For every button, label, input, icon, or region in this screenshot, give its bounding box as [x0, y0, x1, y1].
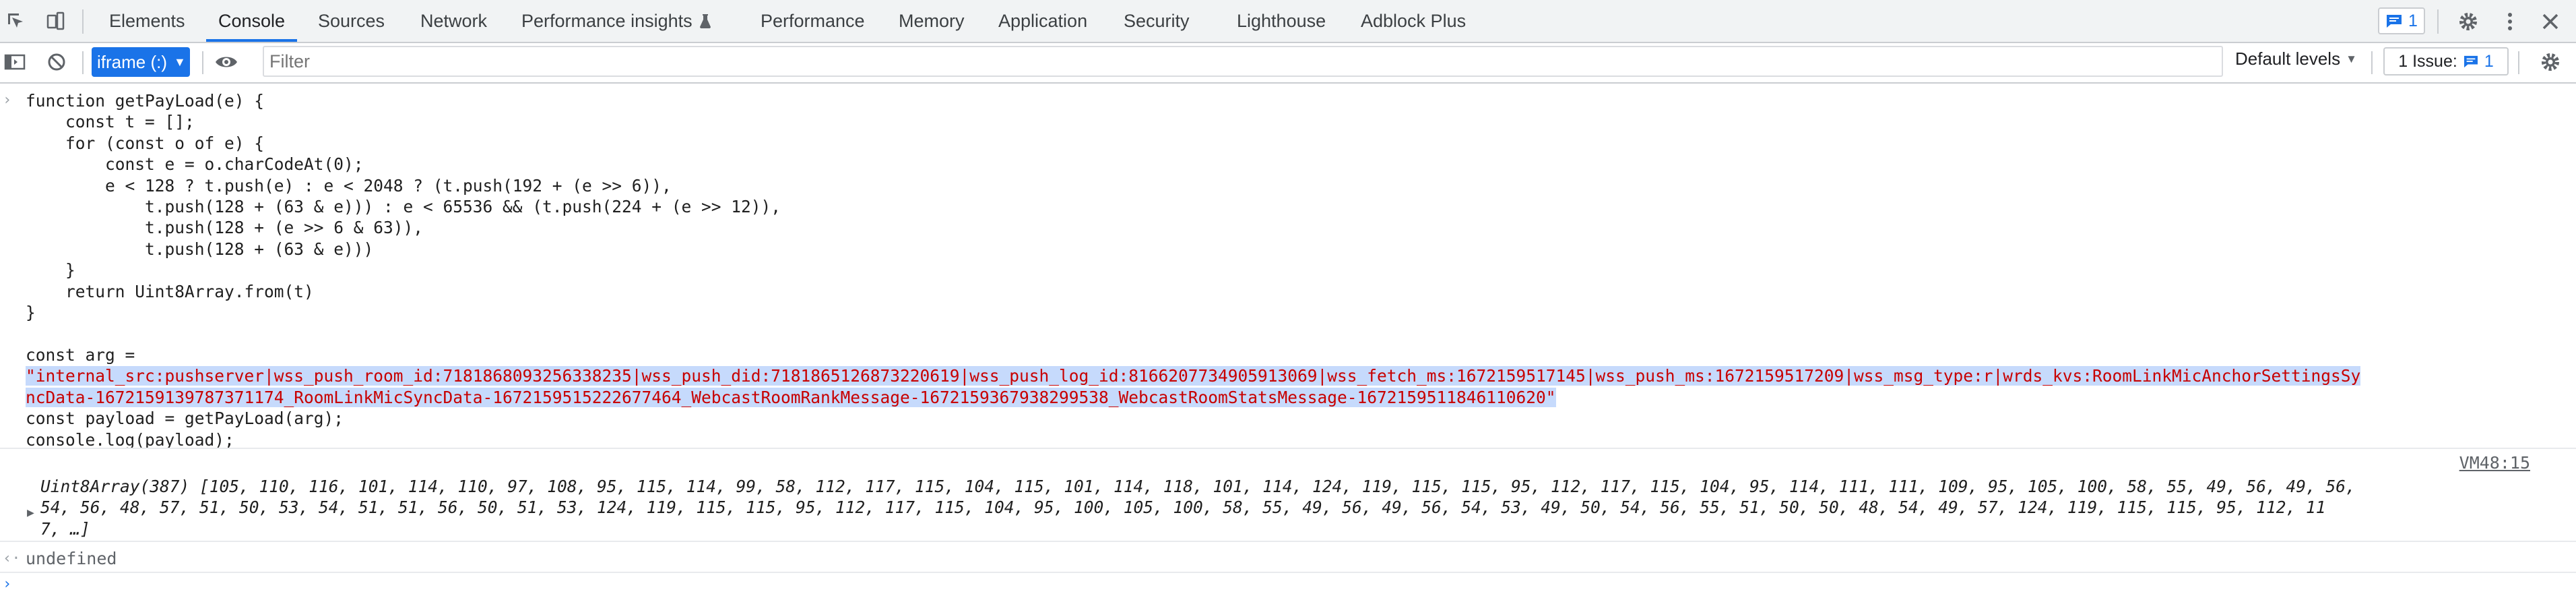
- return-value: undefined: [26, 549, 117, 568]
- tab-sources[interactable]: Sources: [318, 0, 385, 42]
- context-selector-label: iframe (:): [97, 51, 167, 72]
- log-levels-dropdown[interactable]: Default levels ▼: [2235, 49, 2357, 69]
- tab-performance-insights[interactable]: Performance insights: [521, 0, 711, 42]
- close-icon[interactable]: [2537, 8, 2564, 35]
- code-string-selected: "internal_src:pushserver|wss_push_room_i…: [26, 366, 2361, 386]
- result-line: 7, …]: [40, 518, 90, 539]
- tab-console[interactable]: Console: [205, 0, 298, 42]
- code-string-selected: ncData-1672159139787371174_RoomLinkMicSy…: [26, 387, 1556, 407]
- code-line: e < 128 ? t.push(e) : e < 2048 ? (t.push…: [26, 175, 672, 196]
- code-line: }: [26, 303, 36, 323]
- show-sidebar-icon[interactable]: [1, 49, 28, 76]
- tab-elements[interactable]: Elements: [109, 0, 185, 42]
- tab-application[interactable]: Application: [998, 0, 1087, 42]
- console-output: › function getPayLoad(e) { const t = [];…: [0, 84, 2576, 600]
- return-arrow-icon: ‹·: [3, 550, 21, 567]
- dropdown-arrow-icon: ▼: [2346, 52, 2357, 65]
- code-line: const e = o.charCodeAt(0);: [26, 154, 364, 175]
- context-selector[interactable]: iframe (:) ▼: [92, 47, 190, 77]
- code-line: function getPayLoad(e) {: [26, 91, 265, 111]
- code-line: console.log(payload);: [26, 429, 234, 450]
- live-expression-eye-icon[interactable]: [213, 49, 240, 76]
- dropdown-arrow-icon: ▼: [174, 55, 186, 69]
- more-options-icon[interactable]: [2497, 8, 2523, 35]
- console-input-code[interactable]: function getPayLoad(e) { const t = []; f…: [26, 90, 2361, 450]
- code-line: return Uint8Array.from(t): [26, 281, 314, 301]
- filter-input[interactable]: [263, 46, 2223, 77]
- toolbar-divider: [82, 51, 84, 74]
- device-toolbar-icon[interactable]: [42, 8, 69, 35]
- code-line: }: [26, 260, 75, 280]
- result-line: 54, 56, 48, 57, 51, 50, 53, 54, 51, 51, …: [40, 498, 2326, 518]
- console-toolbar: iframe (:) ▼ Default levels ▼ 1 Issue: 1: [0, 43, 2576, 84]
- settings-gear-icon[interactable]: [2455, 8, 2482, 35]
- tab-memory[interactable]: Memory: [899, 0, 965, 42]
- source-link[interactable]: VM48:15: [2459, 453, 2530, 473]
- tab-security[interactable]: Security: [1124, 0, 1190, 42]
- tab-network[interactable]: Network: [420, 0, 487, 42]
- code-line: const payload = getPayLoad(arg);: [26, 409, 344, 429]
- expand-triangle-icon[interactable]: ▶: [27, 506, 34, 520]
- code-line: for (const o of e) {: [26, 133, 265, 153]
- toolbar-divider: [202, 51, 203, 74]
- issue-message-icon: [2463, 55, 2479, 68]
- log-levels-label: Default levels: [2235, 49, 2341, 69]
- inspect-element-icon[interactable]: [3, 8, 30, 35]
- code-line: const t = [];: [26, 112, 195, 132]
- toolbar-divider: [2371, 51, 2373, 74]
- toolbar-divider: [82, 9, 84, 34]
- messages-badge[interactable]: 1: [2378, 7, 2425, 34]
- message-divider: [0, 541, 2576, 542]
- flask-icon: [699, 13, 711, 29]
- input-prompt-chevron-icon: ›: [3, 92, 12, 109]
- log-result[interactable]: Uint8Array(387) [105, 110, 116, 101, 114…: [40, 476, 2533, 539]
- message-divider: [0, 572, 2576, 573]
- message-icon: [2385, 13, 2403, 28]
- clear-console-icon[interactable]: [43, 49, 70, 76]
- console-prompt-chevron-icon[interactable]: ›: [3, 576, 11, 593]
- toolbar-divider: [2437, 9, 2439, 34]
- devtools-tab-bar: Elements Console Sources Network Perform…: [0, 0, 2576, 43]
- issues-button[interactable]: 1 Issue: 1: [2383, 47, 2509, 76]
- tab-performance-insights-label: Performance insights: [521, 10, 693, 31]
- code-line: t.push(128 + (63 & e))) : e < 65536 && (…: [26, 197, 781, 217]
- console-settings-gear-icon[interactable]: [2537, 49, 2564, 76]
- tab-lighthouse[interactable]: Lighthouse: [1237, 0, 1326, 42]
- toolbar-divider: [2518, 51, 2519, 74]
- tab-performance[interactable]: Performance: [761, 0, 865, 42]
- tab-adblock-plus[interactable]: Adblock Plus: [1361, 0, 1466, 42]
- result-line: Uint8Array(387) [105, 110, 116, 101, 114…: [40, 477, 2356, 496]
- code-line: t.push(128 + (63 & e))): [26, 239, 374, 259]
- issues-label: 1 Issue:: [2398, 51, 2457, 71]
- message-divider: [0, 448, 2576, 449]
- code-line: const arg =: [26, 344, 135, 365]
- message-count: 1: [2408, 11, 2418, 30]
- issues-count: 1: [2484, 51, 2494, 71]
- code-line: t.push(128 + (e >> 6 & 63)),: [26, 218, 424, 238]
